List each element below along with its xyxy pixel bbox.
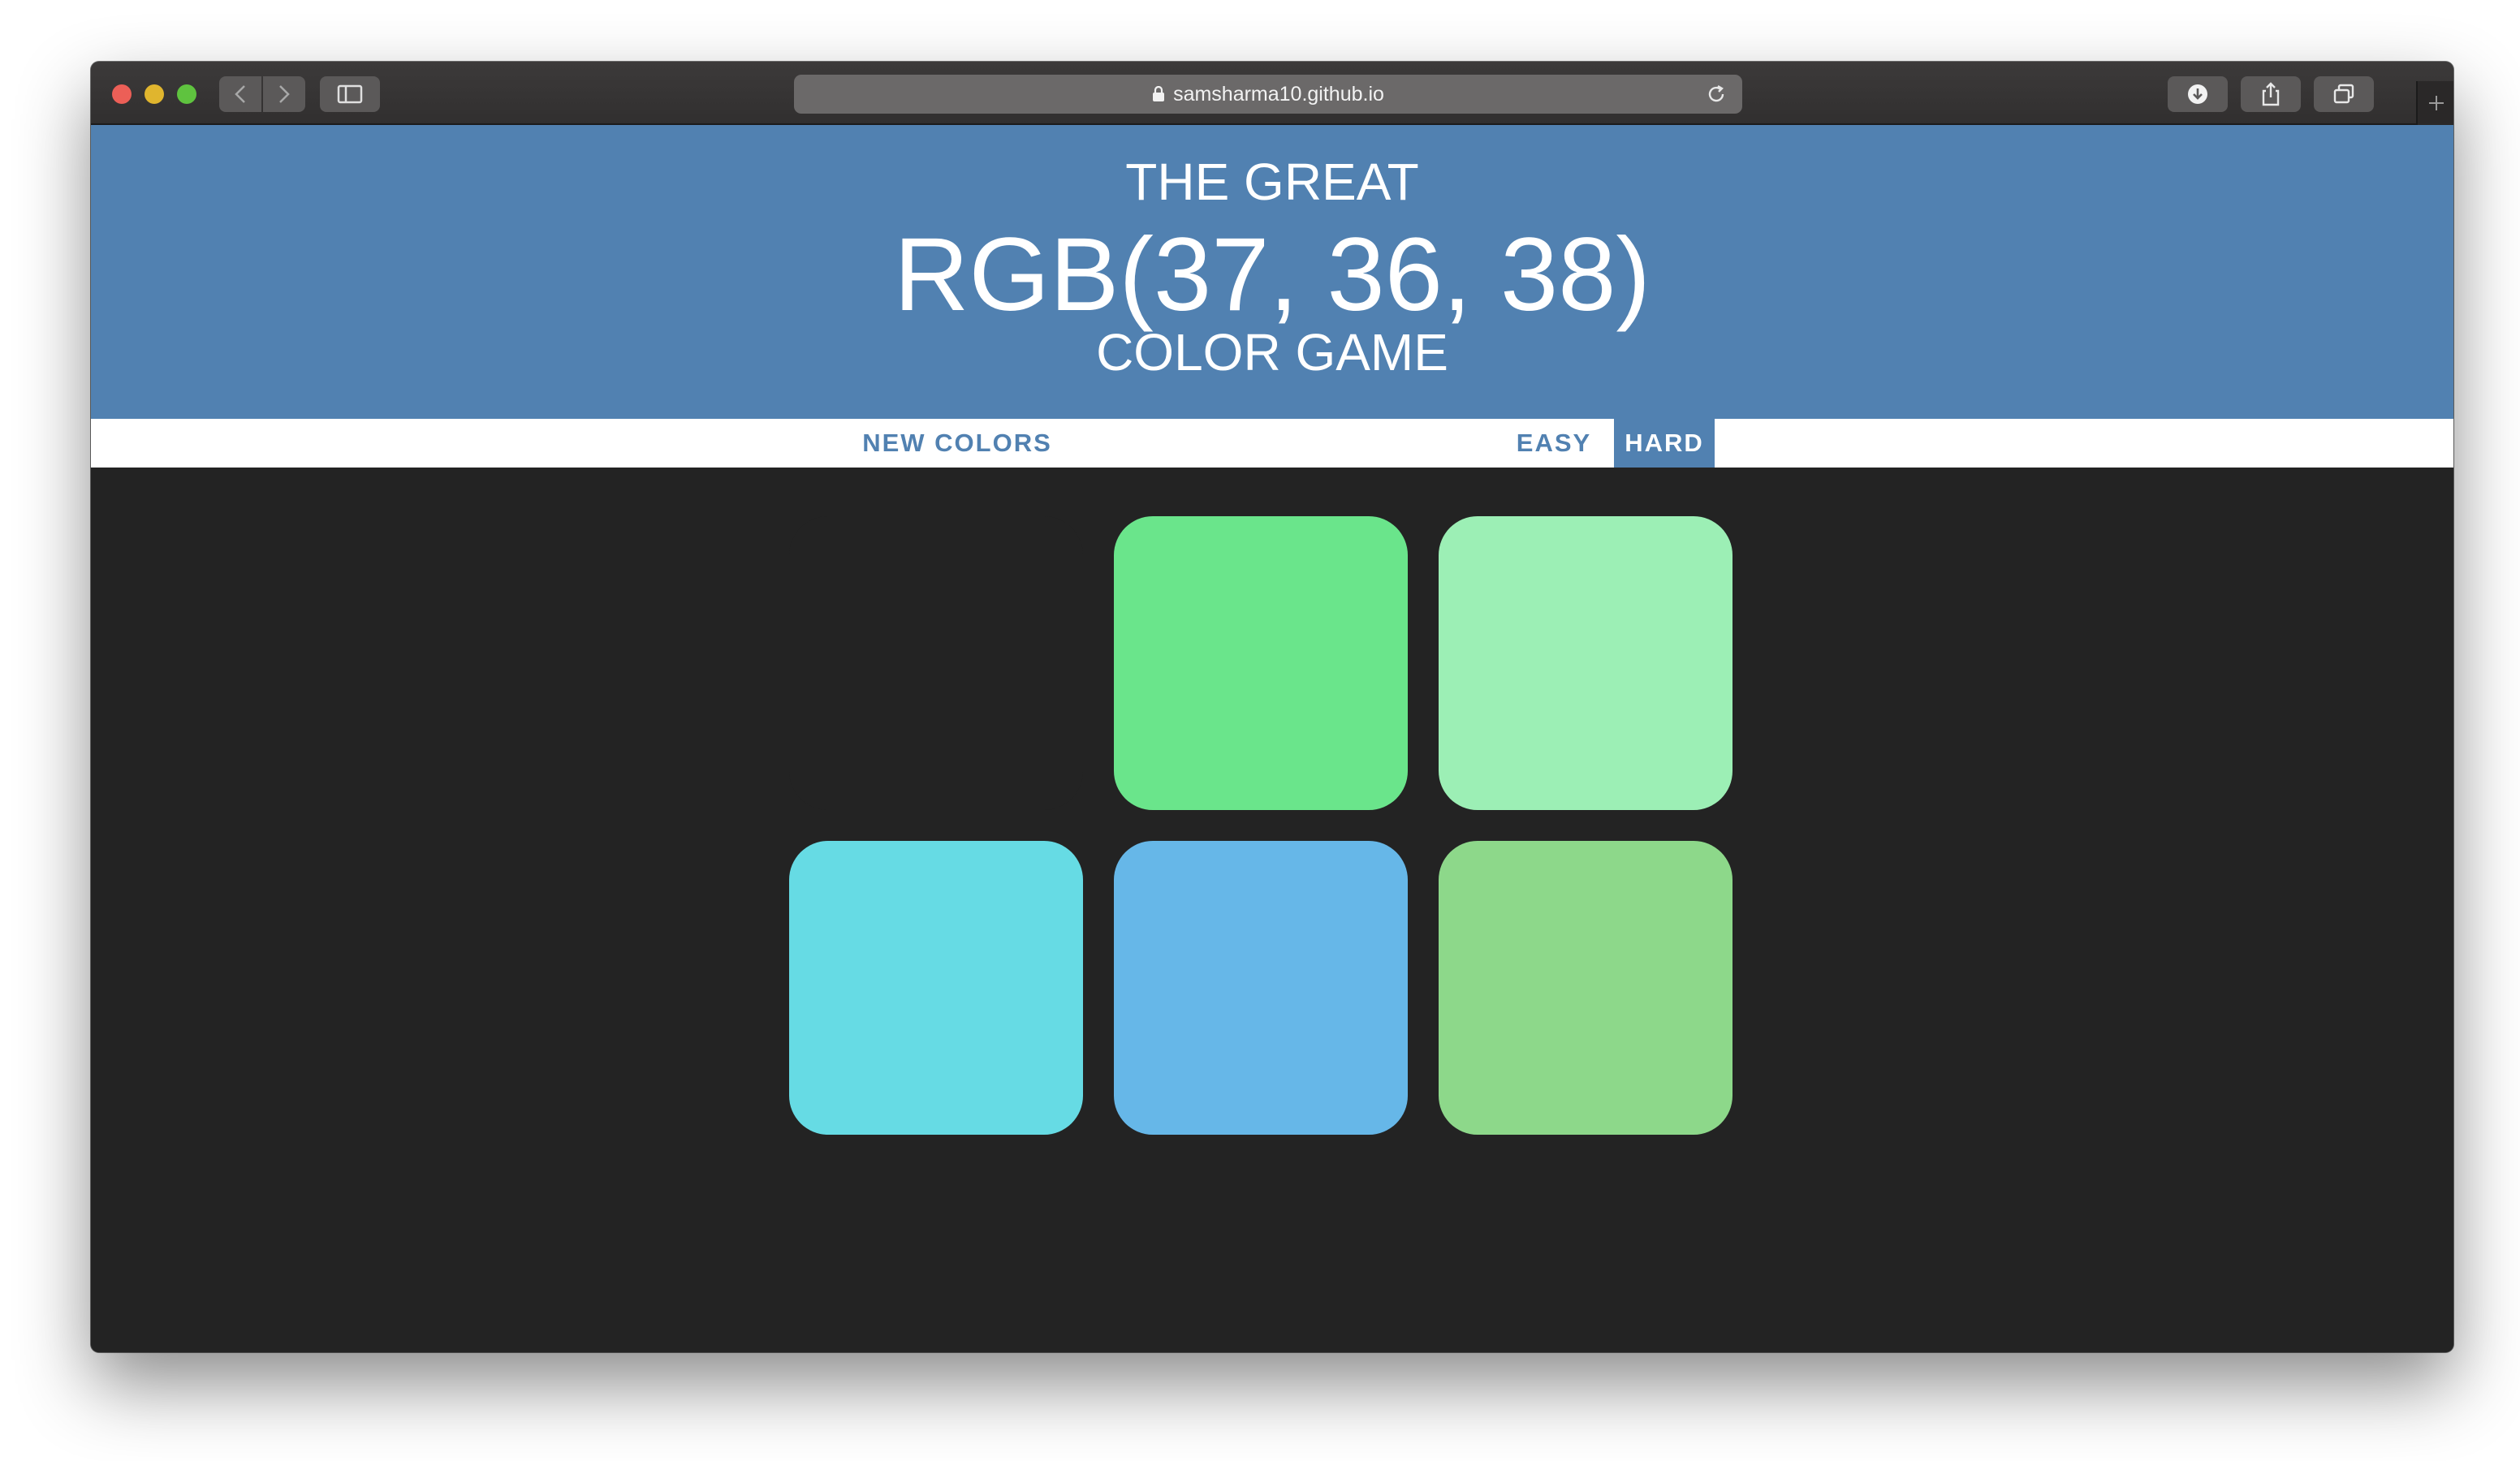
game-header: THE GREAT RGB(37, 36, 38) COLOR GAME [91,125,2453,419]
target-color-display: RGB(37, 36, 38) [894,217,1651,333]
tabs-icon [2333,84,2354,104]
control-stripe: NEW COLORS EASY HARD [91,419,2453,468]
address-bar[interactable]: samsharma10.github.io [794,75,1742,114]
plus-icon [2429,96,2444,110]
chevron-right-icon [279,85,290,103]
download-icon [2188,84,2207,104]
tab-overview-button[interactable] [2314,76,2374,112]
easy-mode-button[interactable]: EASY [1504,419,1604,468]
back-button[interactable] [219,76,261,112]
close-window-button[interactable] [112,84,132,104]
color-square-6[interactable] [1439,841,1732,1135]
url-text: samsharma10.github.io [1173,82,1384,106]
new-tab-button[interactable] [2416,81,2453,125]
color-square-1[interactable] [789,516,1083,810]
color-square-5[interactable] [1114,841,1408,1135]
color-board [91,468,2453,1352]
chevron-left-icon [235,85,245,103]
title-line-top: THE GREAT [1125,153,1419,211]
sidebar-icon [337,84,363,104]
share-icon [2262,82,2280,106]
browser-window: samsharma10.github.io THE GREAT RGB(37, … [91,62,2453,1352]
share-button[interactable] [2241,76,2301,112]
new-colors-button[interactable]: NEW COLORS [807,419,1107,468]
minimize-window-button[interactable] [145,84,164,104]
color-square-3[interactable] [1439,516,1732,810]
maximize-window-button[interactable] [177,84,196,104]
reload-icon[interactable] [1705,83,1728,111]
lock-icon [1152,86,1165,102]
browser-toolbar: samsharma10.github.io [91,62,2453,125]
sidebar-toggle-button[interactable] [320,76,380,112]
color-square-4[interactable] [789,841,1083,1135]
downloads-button[interactable] [2168,76,2228,112]
title-line-bottom: COLOR GAME [1096,323,1448,381]
color-square-2[interactable] [1114,516,1408,810]
hard-mode-button[interactable]: HARD [1614,419,1715,468]
forward-button[interactable] [263,76,305,112]
